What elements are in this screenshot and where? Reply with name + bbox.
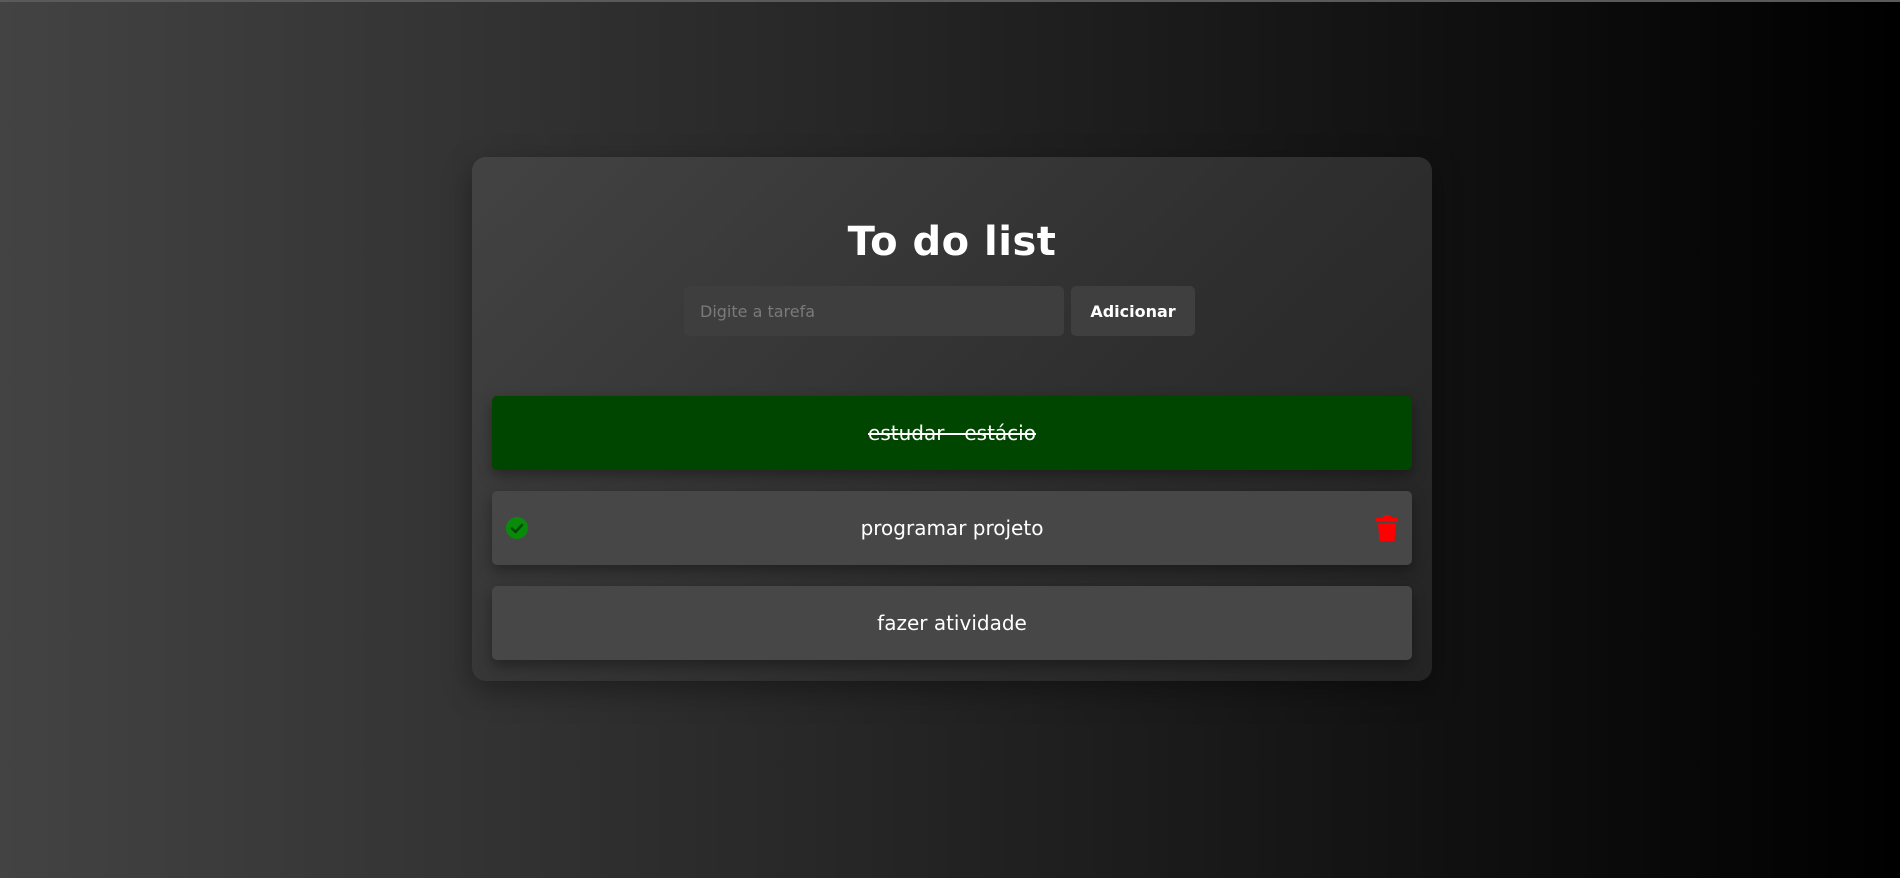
window-top-border — [0, 0, 1900, 2]
task-item-completed[interactable]: estudar - estácio — [492, 396, 1412, 470]
add-task-form: Adicionar — [684, 286, 1195, 336]
task-item[interactable]: programar projeto — [492, 491, 1412, 565]
page-title: To do list — [847, 218, 1057, 265]
task-text: estudar - estácio — [868, 421, 1036, 445]
task-item[interactable]: fazer atividade — [492, 586, 1412, 660]
trash-icon[interactable] — [1376, 515, 1398, 541]
task-input[interactable] — [684, 286, 1064, 336]
task-text: fazer atividade — [877, 611, 1027, 635]
check-circle-icon[interactable] — [506, 517, 528, 539]
add-task-button[interactable]: Adicionar — [1071, 286, 1195, 336]
todo-card: To do list Adicionar estudar - estácio p… — [472, 157, 1432, 681]
task-text: programar projeto — [860, 516, 1044, 540]
